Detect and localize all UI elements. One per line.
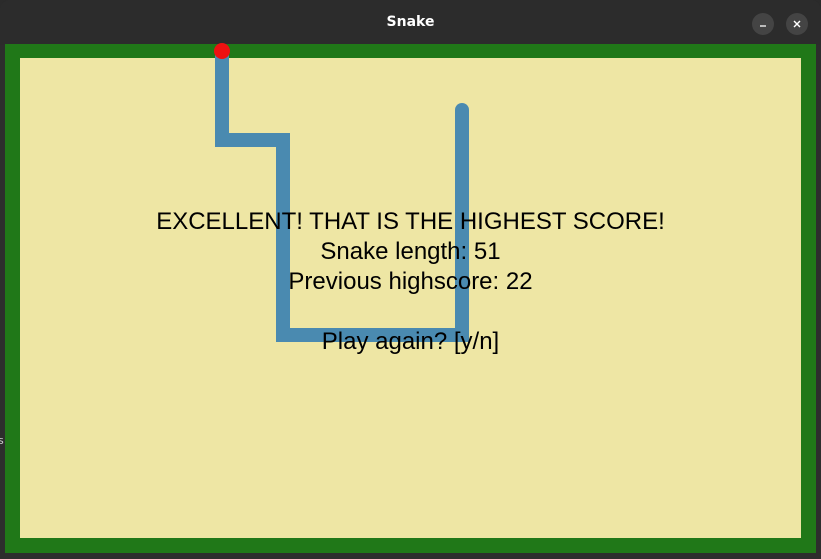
edge-text: s (0, 434, 4, 447)
app-window: Snake EXCELLENT! THAT IS THE HIGHEST SCO… (0, 0, 821, 559)
play-again-prompt: Play again? [y/n] (321, 328, 500, 355)
snake-length-text: Snake length: 51 (320, 238, 501, 265)
snake-tail (455, 103, 469, 117)
headline-text: EXCELLENT! THAT IS THE HIGHEST SCORE! (156, 208, 665, 235)
previous-highscore-text: Previous highscore: 22 (288, 268, 533, 295)
food-dot (214, 43, 230, 59)
